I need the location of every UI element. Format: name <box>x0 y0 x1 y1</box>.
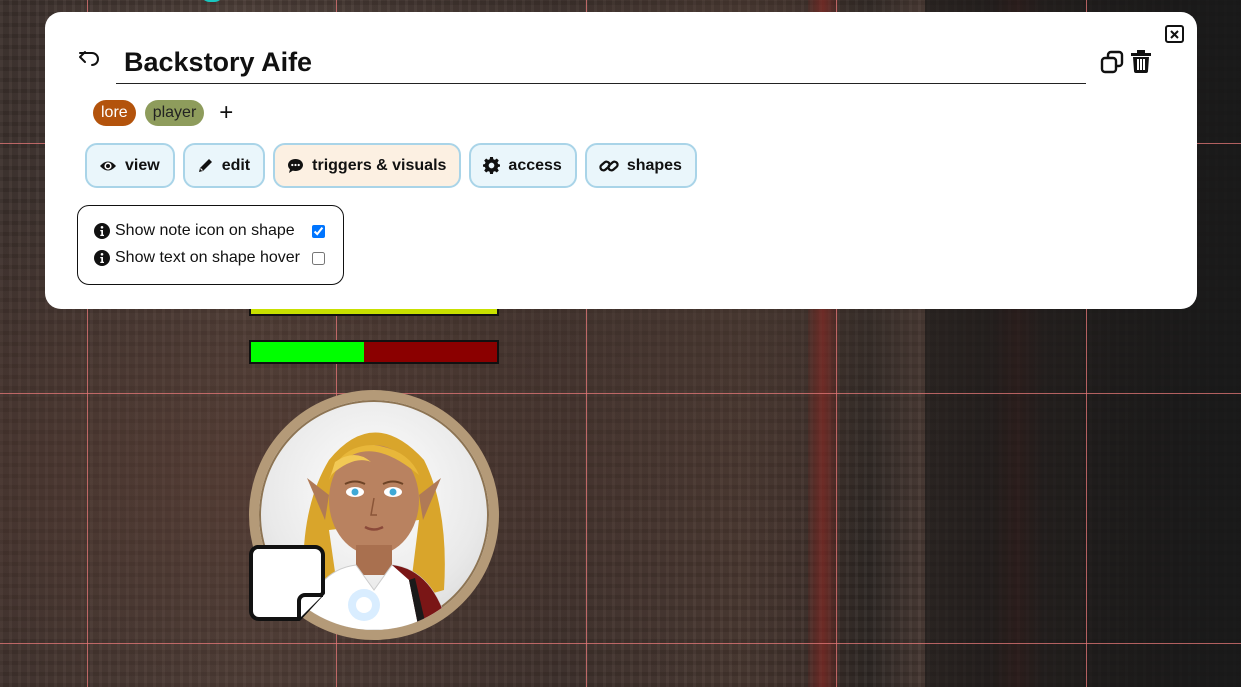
close-button[interactable] <box>1165 25 1184 43</box>
note-title-field[interactable] <box>116 37 1086 84</box>
tag-list: lore player + <box>93 100 233 126</box>
option-show-text-hover: Show text on shape hover <box>94 248 325 268</box>
note-icon[interactable] <box>249 545 325 621</box>
tab-edit-label: edit <box>221 156 251 174</box>
option-show-note-icon: Show note icon on shape <box>94 221 325 241</box>
tab-edit[interactable]: edit <box>182 143 266 188</box>
back-arrow-icon[interactable] <box>77 46 101 70</box>
eye-icon <box>100 161 116 170</box>
token-health-bar <box>249 340 499 364</box>
info-icon[interactable] <box>94 250 110 266</box>
link-icon <box>599 160 619 171</box>
tag-lore[interactable]: lore <box>93 100 136 126</box>
map-token-partial[interactable] <box>200 0 224 2</box>
tag-player[interactable]: player <box>144 100 205 126</box>
gear-icon <box>483 157 501 174</box>
add-tag-button[interactable]: + <box>219 101 233 125</box>
grid-line <box>0 643 1241 644</box>
show-text-hover-checkbox[interactable] <box>312 251 325 265</box>
speech-bubble-icon <box>288 158 304 173</box>
grid-line <box>0 393 1241 394</box>
token-health-fill <box>251 342 365 362</box>
tab-view-label: view <box>125 156 160 174</box>
info-icon[interactable] <box>94 223 110 239</box>
show-note-icon-checkbox[interactable] <box>312 224 325 238</box>
trash-icon[interactable] <box>1130 49 1152 73</box>
tab-shapes[interactable]: shapes <box>584 143 697 188</box>
note-tabs: view edit triggers & visuals access shap… <box>85 143 705 188</box>
popout-icon[interactable] <box>1100 50 1124 74</box>
option-show-note-icon-label: Show note icon on shape <box>115 222 295 239</box>
note-title-input[interactable] <box>116 37 1086 82</box>
tab-access[interactable]: access <box>469 143 577 188</box>
close-icon <box>1170 29 1179 39</box>
display-options-panel: Show note icon on shape Show text on sha… <box>77 205 344 285</box>
tab-access-label: access <box>508 156 562 174</box>
tab-shapes-label: shapes <box>626 156 682 174</box>
tab-triggers-visuals-label: triggers & visuals <box>312 156 447 174</box>
option-show-text-hover-label: Show text on shape hover <box>115 249 301 266</box>
tab-triggers-visuals[interactable]: triggers & visuals <box>273 143 462 188</box>
pencil-icon <box>198 159 212 172</box>
tab-view[interactable]: view <box>85 143 175 188</box>
